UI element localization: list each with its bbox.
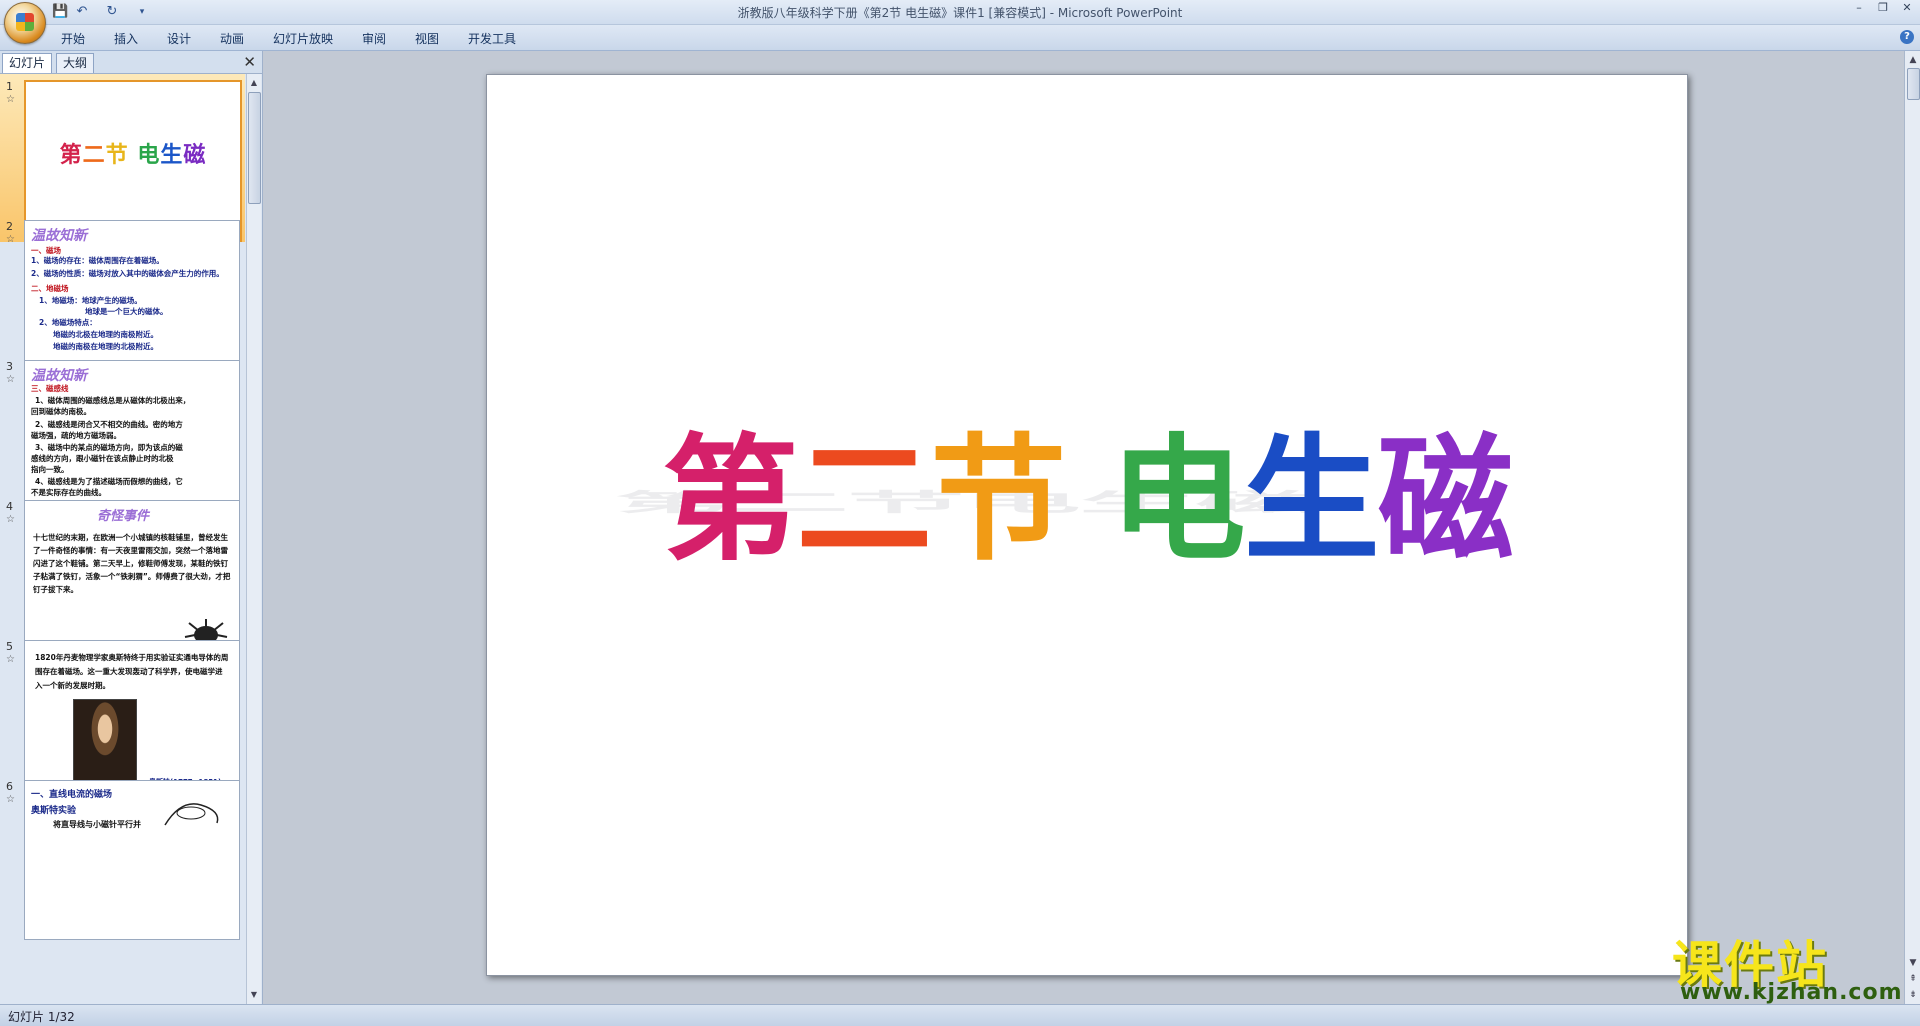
thumb-title-char: 二 bbox=[82, 142, 106, 168]
title-bar: 💾 ↶ ↻ ▾ 浙教版八年级科学下册《第2节 电生磁》课件1 [兼容模式] - … bbox=[0, 0, 1920, 44]
animation-star-icon: ☆ bbox=[6, 514, 15, 525]
thumb-title-char: 生 bbox=[160, 142, 184, 168]
slides-panel: 幻灯片 大纲 ✕ 1 ☆ 第二节 电生磁 2 ☆ 温故知新 一、磁场 1、磁场的… bbox=[0, 51, 263, 1004]
thumb-line: 地球是一个巨大的磁体。 bbox=[85, 307, 168, 316]
tab-design[interactable]: 设计 bbox=[167, 30, 191, 47]
thumb-line: 将直导线与小磁针平行并 bbox=[53, 820, 141, 829]
thumb-line: 地磁的南极在地理的北极附近。 bbox=[53, 342, 158, 351]
thumb-line: 奥斯特实验 bbox=[31, 806, 77, 816]
tab-animation[interactable]: 动画 bbox=[220, 30, 244, 47]
animation-star-icon: ☆ bbox=[6, 94, 15, 105]
scroll-down-icon[interactable]: ▼ bbox=[1905, 956, 1920, 970]
thumb-body: 1820年丹麦物理学家奥斯特终于用实验证实通电导体的周围存在着磁场。这一重大发现… bbox=[35, 653, 229, 690]
thumb-line: 一、直线电流的磁场 bbox=[31, 790, 113, 800]
thumb-line: 1、磁体周围的磁感线总是从磁体的北极出来， bbox=[35, 396, 191, 405]
slide-number: 3 bbox=[6, 360, 13, 373]
thumb-line: 1、地磁场：地球产生的磁场。 bbox=[39, 296, 142, 305]
previous-slide-icon[interactable]: ⇞ bbox=[1905, 972, 1920, 986]
thumb-line: 指向一致。 bbox=[31, 465, 69, 474]
thumb-title-char: 第 bbox=[59, 142, 83, 168]
wire-diagram-icon bbox=[164, 803, 219, 826]
thumb-heading: 温故知新 bbox=[31, 228, 87, 244]
restore-button[interactable]: ❐ bbox=[1872, 1, 1894, 15]
tab-view[interactable]: 视图 bbox=[415, 30, 439, 47]
ribbon-tab-bar: 开始 插入 设计 动画 幻灯片放映 审阅 视图 开发工具 ? bbox=[0, 25, 1920, 51]
thumb-line: 二、地磁场 bbox=[31, 284, 69, 293]
tab-slides[interactable]: 幻灯片 bbox=[2, 53, 53, 73]
scroll-down-icon[interactable]: ▼ bbox=[247, 988, 261, 1002]
slide-number: 6 bbox=[6, 780, 13, 793]
slide-title[interactable]: 第二节 电生磁 bbox=[487, 390, 1687, 587]
slide-number: 5 bbox=[6, 640, 13, 653]
thumb-line: 1、磁场的存在：磁体周围存在着磁场。 bbox=[31, 256, 164, 265]
minimize-button[interactable]: – bbox=[1848, 1, 1870, 15]
thumb-line: 感线的方向，跟小磁针在该点静止时的北极 bbox=[31, 454, 174, 463]
thumb-title-char: 节 bbox=[105, 142, 129, 168]
thumb-line: 4、磁感线是为了描述磁场而假想的曲线，它 bbox=[35, 477, 183, 486]
slide-thumbnail-6[interactable]: 6 ☆ 一、直线电流的磁场 奥斯特实验 将直导线与小磁针平行并 bbox=[0, 774, 245, 942]
tab-insert[interactable]: 插入 bbox=[114, 30, 138, 47]
thumb-body: 十七世纪的末期，在欧洲一个小城镇的核鞋铺里，曾经发生了一件奇怪的事情：有一天夜里… bbox=[33, 533, 231, 594]
tab-outline[interactable]: 大纲 bbox=[56, 53, 95, 73]
close-window-button[interactable]: ✕ bbox=[1896, 1, 1918, 15]
animation-star-icon: ☆ bbox=[6, 234, 15, 245]
title-char: 电 bbox=[1109, 420, 1246, 580]
title-char: 第 bbox=[662, 420, 798, 580]
title-char: 二 bbox=[796, 420, 932, 580]
help-icon[interactable]: ? bbox=[1900, 30, 1914, 44]
current-slide[interactable]: 第二节 电生磁 第二节 电生磁 bbox=[486, 74, 1688, 976]
site-watermark: 课件站 www.kjzhan.com bbox=[1672, 925, 1904, 1005]
thumb-title-char: 电 bbox=[137, 142, 161, 168]
tab-slideshow[interactable]: 幻灯片放映 bbox=[273, 30, 333, 47]
tab-review[interactable]: 审阅 bbox=[362, 30, 386, 47]
thumb-title: 第二节 电生磁 bbox=[26, 137, 240, 169]
slide-editing-area: 第二节 电生磁 第二节 电生磁 bbox=[263, 51, 1904, 1004]
thumb-line: 2、磁场的性质：磁场对放入其中的磁体会产生力的作用。 bbox=[31, 269, 224, 278]
close-panel-icon[interactable]: ✕ bbox=[243, 53, 256, 71]
tab-developer[interactable]: 开发工具 bbox=[468, 30, 516, 47]
animation-star-icon: ☆ bbox=[6, 794, 15, 805]
next-slide-icon[interactable]: ⇟ bbox=[1905, 988, 1920, 1002]
thumb-line: 2、地磁场特点： bbox=[39, 318, 97, 327]
scrollbar-thumb[interactable] bbox=[1907, 68, 1920, 100]
slide-counter: 幻灯片 1/32 bbox=[8, 1010, 75, 1024]
watermark-url: www.kjzhan.com bbox=[1680, 980, 1903, 1005]
thumb-line: 2、磁感线是闭合又不相交的曲线。密的地方 bbox=[35, 420, 183, 429]
slide-number: 2 bbox=[6, 220, 13, 233]
office-logo-icon bbox=[16, 13, 34, 31]
title-space bbox=[1064, 420, 1109, 580]
thumbnail-list: 1 ☆ 第二节 电生磁 2 ☆ 温故知新 一、磁场 1、磁场的存在：磁体周围存在… bbox=[0, 74, 245, 1004]
thumb-line: 回到磁体的南极。 bbox=[31, 407, 91, 416]
thumb-heading: 奇怪事件 bbox=[97, 509, 150, 524]
thumb-line: 三、磁感线 bbox=[31, 384, 69, 393]
slide-scrollbar[interactable]: ▲ ▼ ⇞ ⇟ bbox=[1904, 51, 1920, 1004]
slide-number: 4 bbox=[6, 500, 13, 513]
slide-number: 1 bbox=[6, 80, 13, 93]
thumb-line: 磁场强，疏的地方磁场弱。 bbox=[31, 431, 121, 440]
title-char: 节 bbox=[930, 420, 1066, 580]
scrollbar-thumb[interactable] bbox=[248, 92, 261, 204]
animation-star-icon: ☆ bbox=[6, 654, 15, 665]
tab-home[interactable]: 开始 bbox=[61, 30, 85, 47]
thumbnail-scrollbar[interactable]: ▲ ▼ bbox=[246, 74, 261, 1004]
title-char: 生 bbox=[1243, 420, 1380, 580]
office-button[interactable] bbox=[4, 2, 46, 44]
slide-thumbnail-image: 一、直线电流的磁场 奥斯特实验 将直导线与小磁针平行并 bbox=[24, 780, 240, 940]
thumb-line: 地磁的北极在地理的南极附近。 bbox=[53, 330, 158, 339]
status-bar: 幻灯片 1/32 bbox=[0, 1004, 1920, 1026]
thumb-heading: 温故知新 bbox=[31, 368, 87, 384]
scroll-up-icon[interactable]: ▲ bbox=[247, 76, 261, 90]
animation-star-icon: ☆ bbox=[6, 374, 15, 385]
title-char: 磁 bbox=[1377, 420, 1514, 580]
scroll-up-icon[interactable]: ▲ bbox=[1905, 53, 1920, 67]
panel-tabs: 幻灯片 大纲 ✕ bbox=[0, 51, 262, 74]
thumb-title-char: 磁 bbox=[183, 142, 207, 168]
thumb-line: 3、磁场中的某点的磁场方向，即为该点的磁 bbox=[35, 443, 183, 452]
window-title: 浙教版八年级科学下册《第2节 电生磁》课件1 [兼容模式] - Microsof… bbox=[737, 6, 1183, 20]
